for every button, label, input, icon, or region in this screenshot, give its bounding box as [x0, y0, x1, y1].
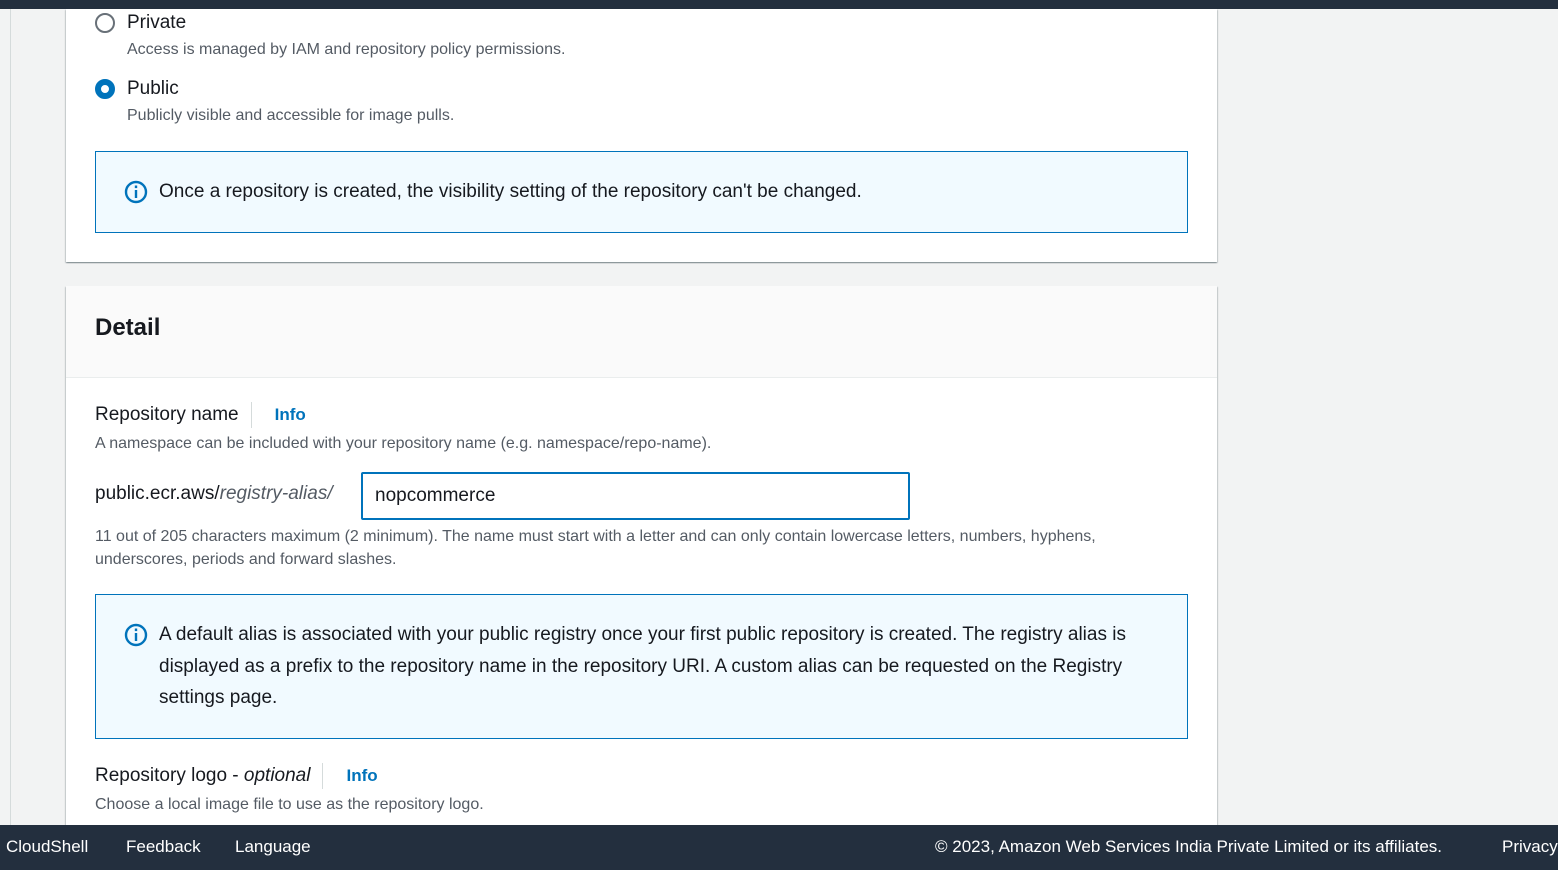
- repository-logo-info-link[interactable]: Info: [346, 766, 377, 786]
- label-separator: [322, 763, 324, 789]
- detail-title: Detail: [95, 314, 161, 341]
- visibility-info-alert: Once a repository is created, the visibi…: [95, 151, 1188, 233]
- privacy-link[interactable]: Privacy: [1502, 837, 1558, 857]
- feedback-link[interactable]: Feedback: [126, 837, 201, 857]
- public-radio-button[interactable]: [95, 79, 115, 99]
- repository-name-constraint: 11 out of 205 characters maximum (2 mini…: [95, 528, 1096, 568]
- optional-marker: optional: [243, 765, 311, 786]
- info-icon: [124, 180, 148, 204]
- detail-header: Detail: [66, 286, 1217, 378]
- registry-alias-alert-text: A default alias is associated with your …: [159, 624, 1126, 708]
- registry-domain: public.ecr.aws/: [95, 483, 220, 504]
- registry-alias-info-alert: A default alias is associated with your …: [95, 594, 1188, 739]
- radio-option-private[interactable]: Private: [95, 12, 186, 34]
- top-nav-bar: [0, 0, 1558, 9]
- side-divider: [10, 9, 11, 825]
- repository-name-input[interactable]: [361, 472, 910, 520]
- language-link[interactable]: Language: [235, 837, 311, 857]
- public-radio-description: Publicly visible and accessible for imag…: [127, 107, 455, 124]
- repository-name-description: A namespace can be included with your re…: [95, 435, 712, 452]
- repository-name-label: Repository name: [95, 404, 239, 425]
- repository-logo-label-row: Repository logo - optional Info: [95, 763, 378, 789]
- private-radio-button[interactable]: [95, 13, 115, 33]
- label-separator: [250, 402, 252, 428]
- private-radio-label[interactable]: Private: [127, 12, 186, 34]
- repository-name-info-link[interactable]: Info: [275, 405, 306, 425]
- public-radio-label[interactable]: Public: [127, 78, 179, 100]
- registry-alias-placeholder: registry-alias/: [219, 483, 333, 504]
- radio-option-public[interactable]: Public: [95, 78, 179, 100]
- repository-uri-prefix: public.ecr.aws/registry-alias/: [95, 483, 333, 505]
- repository-logo-description: Choose a local image file to use as the …: [95, 796, 484, 813]
- console-footer: CloudShell Feedback Language © 2023, Ama…: [0, 825, 1558, 870]
- visibility-alert-text: Once a repository is created, the visibi…: [159, 181, 862, 202]
- detail-panel: Detail Repository name Info A namespace …: [66, 286, 1217, 846]
- repository-logo-label: Repository logo - optional: [95, 765, 311, 786]
- visibility-settings-panel: Private Access is managed by IAM and rep…: [66, 9, 1217, 262]
- info-icon: [124, 623, 148, 647]
- cloudshell-link[interactable]: CloudShell: [6, 837, 88, 857]
- repository-name-label-row: Repository name Info: [95, 402, 306, 428]
- private-radio-description: Access is managed by IAM and repository …: [127, 41, 566, 58]
- copyright-text: © 2023, Amazon Web Services India Privat…: [935, 837, 1443, 856]
